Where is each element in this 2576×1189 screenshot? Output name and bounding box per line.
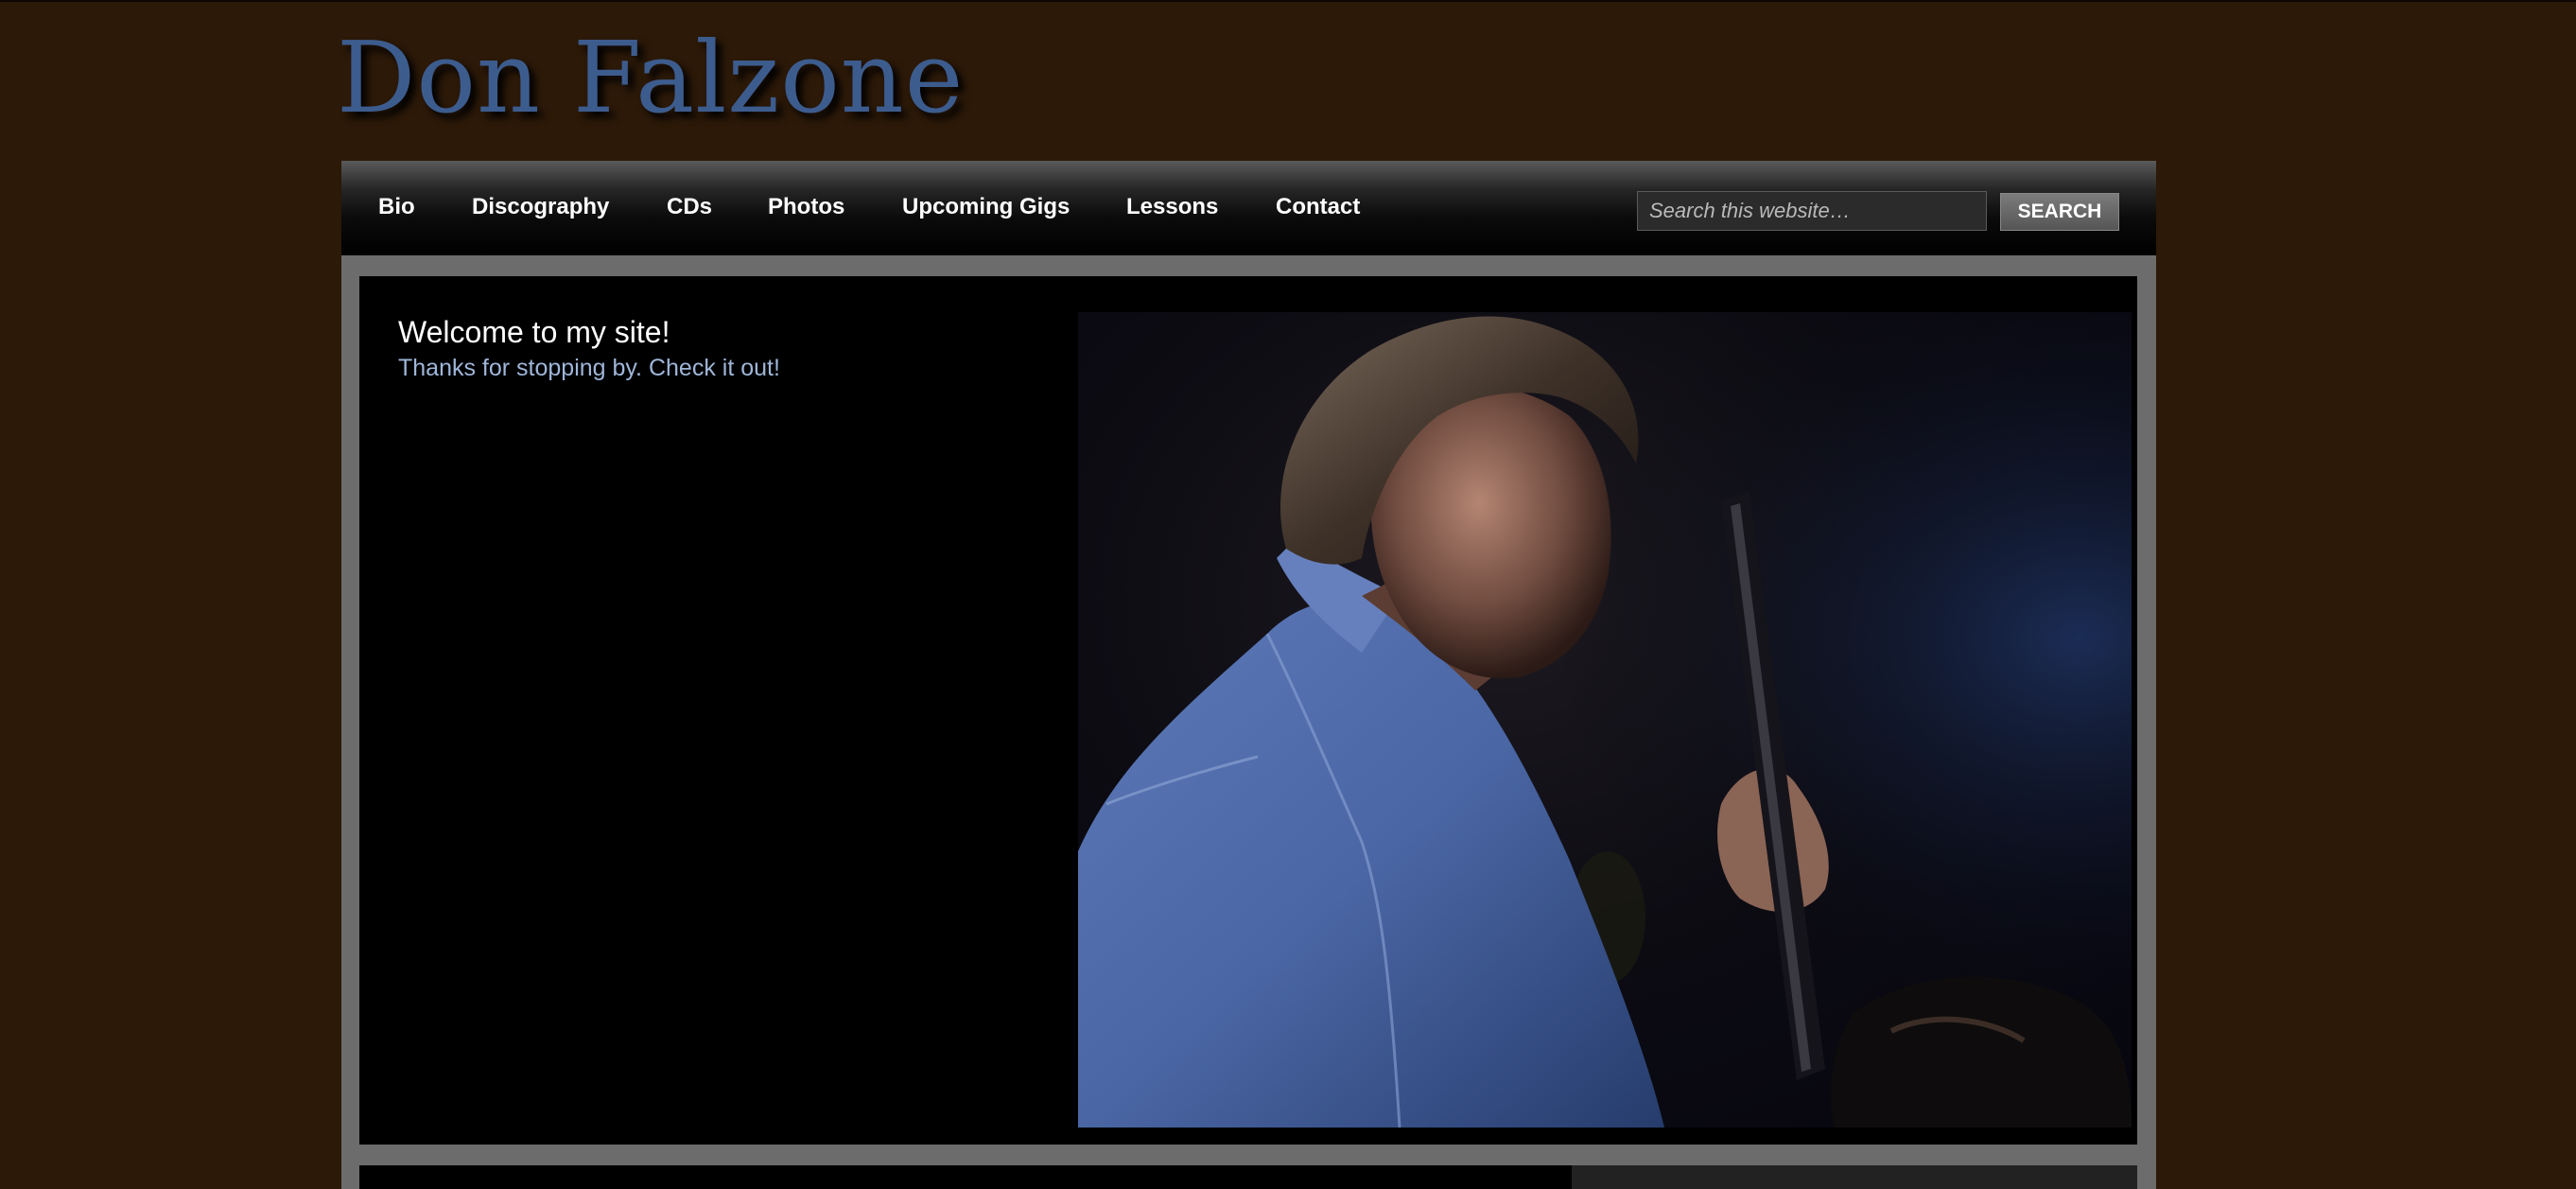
site-title[interactable]: Don Falzone	[337, 21, 964, 134]
nav-item-photos[interactable]: Photos	[768, 193, 844, 221]
nav-item-bio[interactable]: Bio	[378, 193, 415, 221]
musician-photo-illustration	[1078, 312, 2132, 1128]
main-navigation: Bio Discography CDs Photos Upcoming Gigs…	[341, 161, 2156, 255]
welcome-subheading: Thanks for stopping by. Check it out!	[398, 355, 780, 381]
nav-item-discography[interactable]: Discography	[472, 193, 609, 221]
nav-item-lessons[interactable]: Lessons	[1126, 193, 1218, 221]
featured-photo	[1078, 312, 2132, 1128]
featured-section: Welcome to my site! Thanks for stopping …	[359, 276, 2137, 1145]
nav-item-upcoming-gigs[interactable]: Upcoming Gigs	[902, 193, 1070, 221]
nav-item-cds[interactable]: CDs	[667, 193, 712, 221]
content-area	[359, 1165, 1572, 1189]
search-button[interactable]: SEARCH	[2000, 193, 2119, 231]
sidebar-area	[1572, 1165, 2137, 1189]
content-strip	[359, 1165, 2137, 1189]
search-input[interactable]	[1637, 191, 1987, 231]
nav-item-contact[interactable]: Contact	[1276, 193, 1360, 221]
top-border	[0, 0, 2576, 2]
welcome-heading: Welcome to my site!	[398, 315, 670, 349]
page-wrapper: Bio Discography CDs Photos Upcoming Gigs…	[341, 161, 2156, 1189]
